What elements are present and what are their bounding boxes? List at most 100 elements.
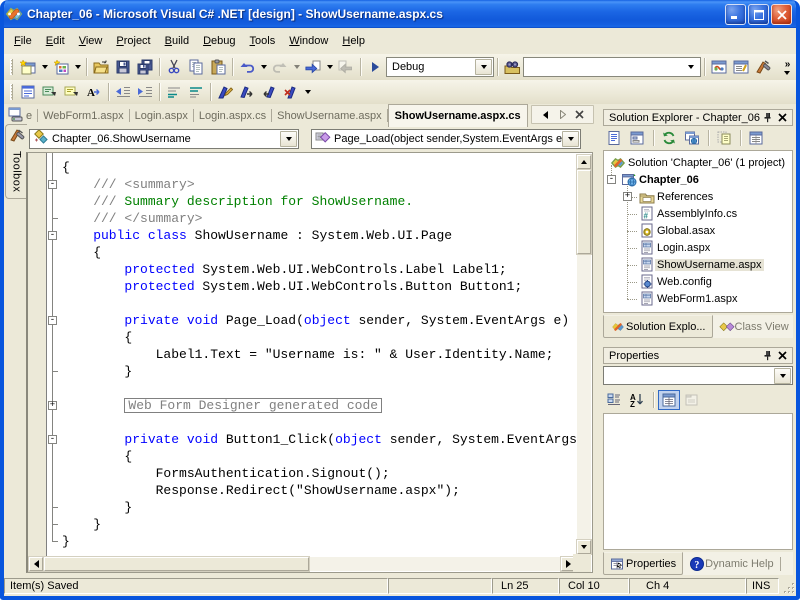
panel-tab-solution-explo-[interactable]: Solution Explo... [603,315,713,338]
scroll-tabs-left-button[interactable] [538,107,553,122]
vertical-scrollbar[interactable] [577,155,591,554]
toolbar-gripper[interactable] [10,59,13,75]
new-project-button[interactable] [17,56,39,78]
collapsed-region[interactable]: Web Form Designer generated code [124,398,382,413]
toolbox-button[interactable] [752,56,774,78]
clear-bookmarks-button[interactable] [280,81,302,103]
menu-project[interactable]: Project [109,30,157,53]
menu-build[interactable]: Build [158,30,196,53]
members-combo[interactable]: Page_Load(object sender,System.EventArgs… [311,129,581,149]
toolbar-overflow-chevron[interactable]: » [780,60,794,75]
code-text[interactable]: { /// <summary> /// Summary description … [62,153,577,557]
pushpin-icon[interactable] [760,111,775,125]
previous-bookmark-button[interactable] [258,81,280,103]
solution-explorer-tree[interactable]: Solution 'Chapter_06' (1 project)Chapter… [603,150,793,313]
types-combo[interactable]: Chapter_06.ShowUsername [29,129,299,149]
member-list-button[interactable] [17,81,39,103]
close-document-button[interactable] [572,107,587,122]
document-tab[interactable]: Login.aspx.cs [194,104,271,127]
tree-item-webform1-aspx[interactable]: WebForm1.aspx [604,290,740,307]
find-combo-dropdown[interactable] [682,59,699,75]
tree-item-chapter-06[interactable]: Chapter_06 [604,171,701,188]
menu-window[interactable]: Window [282,30,335,53]
solution-explorer-header[interactable]: Solution Explorer - Chapter_06 [603,109,793,126]
cut-button[interactable] [163,56,185,78]
toolbar-options-dropdown[interactable] [302,81,313,103]
copy-button[interactable] [185,56,207,78]
server-explorer-tab[interactable] [7,106,23,125]
panel-tab-class-view[interactable]: Class View [713,315,795,338]
redo-dropdown[interactable] [291,56,302,78]
solution-configurations-combo[interactable]: Debug [386,57,494,77]
comment-block-button[interactable] [163,81,185,103]
undo-button[interactable] [236,56,258,78]
members-combo-dropdown[interactable] [562,131,579,147]
expand-region-button[interactable]: + [48,401,57,410]
expand-node-button[interactable]: + [623,192,632,201]
tree-item-login-aspx[interactable]: Login.aspx [604,239,712,256]
properties-sheet-button[interactable] [658,390,680,410]
pushpin-icon[interactable] [760,349,775,363]
properties-grid[interactable] [603,413,793,550]
menu-debug[interactable]: Debug [196,30,242,53]
collapse-region-button[interactable]: - [48,180,57,189]
horizontal-scrollbar[interactable] [29,557,575,571]
hscroll-thumb[interactable] [44,557,309,571]
categorized-button[interactable] [603,390,625,410]
find-in-files-button[interactable] [501,56,523,78]
menu-file[interactable]: File [7,30,39,53]
properties-button[interactable] [745,128,767,148]
scroll-down-button[interactable] [577,540,591,554]
code-editor[interactable]: - - - + - { /// <summary> /// Summary descri… [26,152,593,573]
tree-item-web-config[interactable]: Web.config [604,273,714,290]
collapse-node-button[interactable]: - [607,175,616,184]
add-item-dropdown[interactable] [72,56,83,78]
menu-view[interactable]: View [72,30,110,53]
properties-object-combo[interactable] [603,366,793,385]
scroll-up-button[interactable] [577,155,591,169]
navigate-backward-button[interactable] [302,56,324,78]
new-project-dropdown[interactable] [39,56,50,78]
toolbar-gripper[interactable] [10,84,13,100]
increase-indent-button[interactable] [134,81,156,103]
properties-header[interactable]: Properties [603,347,793,364]
tree-item-solution-chapter-06-1-project-[interactable]: Solution 'Chapter_06' (1 project) [604,154,787,171]
collapse-region-button[interactable]: - [48,231,57,240]
solution-configurations-combo-dropdown[interactable] [475,59,492,75]
document-tab-active[interactable]: ShowUsername.aspx.cs [388,104,528,127]
document-tab-partial[interactable]: e [23,104,37,127]
resize-grip[interactable] [783,582,796,595]
add-item-button[interactable] [50,56,72,78]
tree-item-showusername-aspx[interactable]: ShowUsername.aspx [604,256,764,273]
view-code-button[interactable] [603,128,625,148]
panel-tab-dynamic-help[interactable]: ?Dynamic Help [683,552,779,575]
solution-explorer-button[interactable] [708,56,730,78]
parameter-info-button[interactable] [39,81,61,103]
next-bookmark-button[interactable] [236,81,258,103]
menu-tools[interactable]: Tools [243,30,283,53]
decrease-indent-button[interactable] [112,81,134,103]
alphabetical-button[interactable]: AZ [626,390,648,410]
menu-edit[interactable]: Edit [39,30,72,53]
menu-help[interactable]: Help [335,30,372,53]
minimize-button[interactable] [725,4,746,25]
undo-dropdown[interactable] [258,56,269,78]
collapse-region-button[interactable]: - [48,316,57,325]
tree-item-global-asax[interactable]: Global.asax [604,222,717,239]
find-combo[interactable] [523,57,701,77]
toggle-bookmark-button[interactable] [214,81,236,103]
close-button[interactable] [771,4,792,25]
open-file-button[interactable] [90,56,112,78]
view-designer-button[interactable] [626,128,648,148]
properties-close-icon[interactable] [775,349,790,363]
document-tab[interactable]: ShowUsername.aspx [272,104,387,127]
scroll-tabs-right-button[interactable] [555,107,570,122]
maximize-button[interactable] [748,4,769,25]
refresh-button[interactable] [658,128,680,148]
quick-info-button[interactable] [61,81,83,103]
copy-web-project-button[interactable] [681,128,703,148]
collapse-region-button[interactable]: - [48,435,57,444]
navigate-backward-dropdown[interactable] [324,56,335,78]
properties-combo-dropdown[interactable] [774,368,791,384]
document-tab[interactable]: Login.aspx [130,104,193,127]
